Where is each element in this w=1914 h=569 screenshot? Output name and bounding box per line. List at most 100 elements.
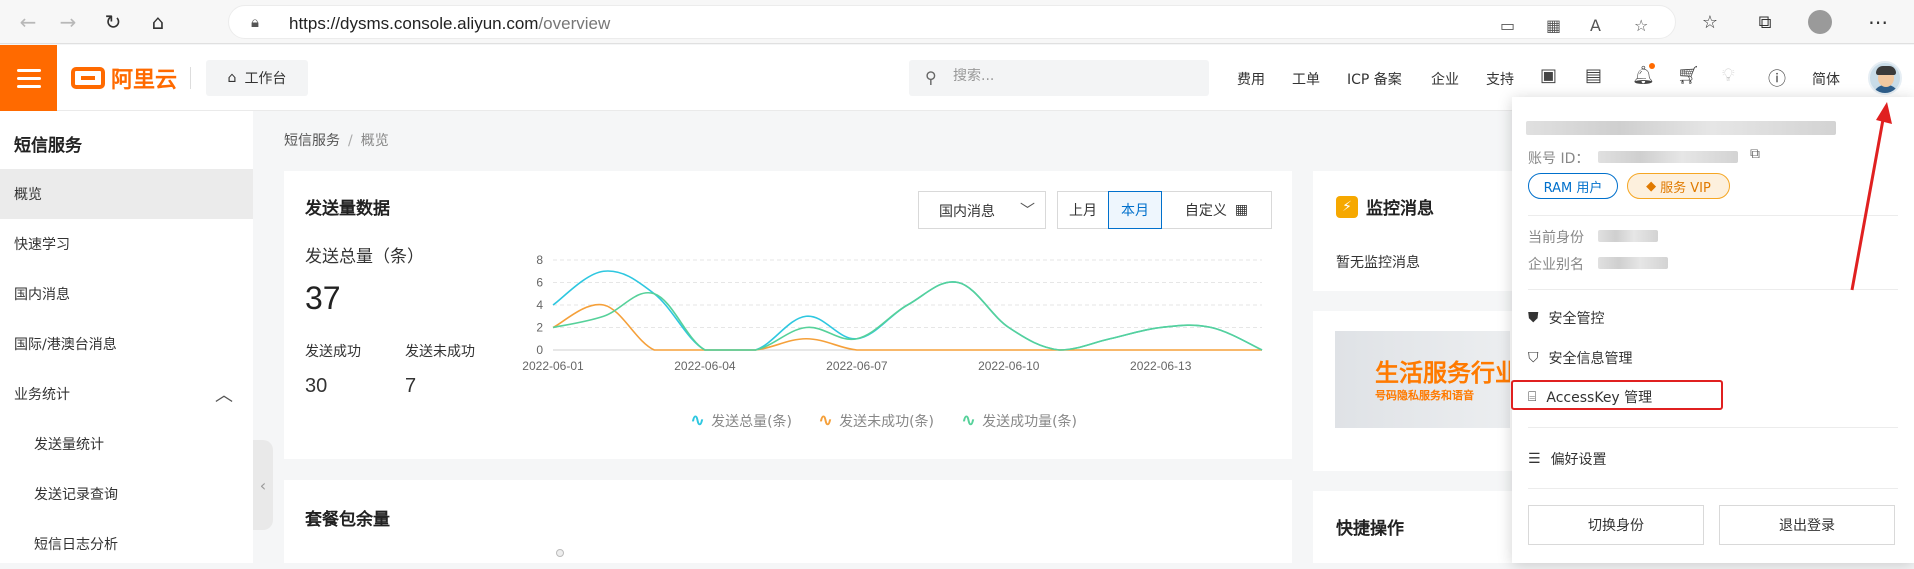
y-tick-label: 0 — [536, 343, 543, 357]
collections-icon[interactable]: ⧉ — [1751, 8, 1779, 36]
shield-icon: ⛊ — [1528, 310, 1539, 326]
nav-enterprise[interactable]: 企业 — [1431, 69, 1459, 89]
breadcrumb-current: 概览 — [360, 133, 389, 149]
apps-icon[interactable]: ▦ — [1546, 16, 1561, 35]
sidebar-collapse-handle[interactable]: ‹ — [253, 440, 273, 530]
package-card-title: 套餐包余量 — [305, 510, 390, 530]
y-tick-label: 2 — [536, 321, 543, 335]
diamond-icon: ◆ — [1646, 178, 1657, 194]
total-value: 37 — [305, 280, 341, 316]
add-favorite-icon[interactable]: ☆ — [1634, 16, 1648, 35]
sidebar-item-statistics[interactable]: 业务统计 ︿ — [0, 369, 253, 419]
shield-check-icon: ⛉ — [1528, 350, 1539, 366]
nav-ticket[interactable]: 工单 — [1292, 69, 1320, 89]
home-icon: ⌂ — [227, 70, 237, 86]
logout-button[interactable]: 退出登录 — [1719, 505, 1895, 545]
reload-icon[interactable]: ↻ — [99, 8, 127, 36]
nav-fee[interactable]: 费用 — [1237, 69, 1265, 89]
divider — [1528, 427, 1898, 428]
profile-icon[interactable] — [1806, 8, 1834, 36]
total-label: 发送总量（条） — [305, 247, 424, 267]
promo-banner[interactable]: 生活服务行业 号码隐私服务和语音 — [1335, 331, 1510, 428]
current-identity-label: 当前身份 — [1528, 230, 1584, 246]
y-tick-label: 6 — [536, 276, 543, 290]
x-tick-label: 2022-06-07 — [826, 359, 888, 373]
loading-indicator — [556, 549, 564, 557]
accesskey-highlight-box — [1511, 380, 1723, 410]
menu-item-preferences[interactable]: ☰ 偏好设置 — [1528, 449, 1607, 469]
redacted-alias — [1598, 257, 1668, 269]
series-swatch-icon: ∿ — [961, 410, 977, 431]
divider — [1528, 488, 1898, 489]
cart-icon[interactable]: 🛒︎ — [1677, 65, 1700, 86]
legend-item-success[interactable]: ∿ 发送成功量(条) — [961, 410, 1077, 431]
package-card — [284, 480, 1292, 563]
more-icon[interactable]: ⋯ — [1864, 8, 1892, 36]
sidebar-item-overview[interactable]: 概览 — [0, 169, 253, 219]
fail-value: 7 — [405, 375, 417, 397]
favorites-icon[interactable]: ☆ — [1696, 8, 1724, 36]
sidebar-title: 短信服务 — [14, 136, 82, 156]
arrow-shaft — [1850, 113, 1886, 291]
menu-icon[interactable] — [0, 45, 57, 111]
sidebar-item-international[interactable]: 国际/港澳台消息 — [0, 319, 253, 369]
workbench-button[interactable]: ⌂ 工作台 — [206, 60, 308, 96]
monitor-card-title: ⚡︎ 监控消息 — [1336, 194, 1434, 219]
language-switch[interactable]: 简体 — [1812, 69, 1840, 89]
notification-dot — [1649, 63, 1655, 69]
annotation-arrow — [1850, 102, 1892, 291]
success-value: 30 — [305, 375, 328, 397]
arrow-head — [1876, 102, 1892, 124]
tab-cast-icon[interactable]: ▭ — [1500, 16, 1515, 35]
menu-item-security-info[interactable]: ⛉ 安全信息管理 — [1528, 348, 1633, 368]
quick-actions-title: 快捷操作 — [1336, 519, 1404, 539]
company-alias-label: 企业别名 — [1528, 257, 1584, 273]
legend-item-total[interactable]: ∿ 发送总量(条) — [690, 410, 792, 431]
sidebar-item-send-records[interactable]: 发送记录查询 — [0, 469, 253, 519]
nav-support[interactable]: 支持 — [1486, 69, 1514, 89]
terminal-icon[interactable]: ▤ — [1585, 65, 1602, 86]
monitor-empty-text: 暂无监控消息 — [1336, 255, 1420, 271]
lightbulb-icon[interactable]: 💡︎ — [1722, 65, 1735, 86]
app-icon[interactable]: ▣ — [1540, 65, 1557, 86]
ram-user-tag: RAM 用户 — [1528, 173, 1618, 199]
sidebar-item-quickstart[interactable]: 快速学习 — [0, 219, 253, 269]
send-volume-line-chart: 0 2 4 6 8 2022-06-01 2022-06-04 2022-06-07 2022-… — [522, 253, 1263, 373]
x-tick-label: 2022-06-01 — [522, 359, 584, 373]
range-custom[interactable]: 自定义 ▦ — [1161, 191, 1272, 229]
redacted-identity — [1598, 230, 1658, 242]
y-tick-label: 4 — [536, 298, 543, 312]
sidebar-item-domestic[interactable]: 国内消息 — [0, 269, 253, 319]
legend-item-fail[interactable]: ∿ 发送未成功(条) — [818, 410, 934, 431]
chevron-up-icon: ︿ — [215, 385, 233, 406]
success-label: 发送成功 — [305, 344, 361, 360]
range-this-month[interactable]: 本月 — [1108, 191, 1162, 229]
help-icon[interactable]: ⓘ — [1768, 65, 1786, 91]
calendar-icon: ▦ — [1234, 202, 1249, 218]
message-type-select[interactable]: 国内消息 ﹀ — [918, 191, 1046, 229]
forward-icon[interactable]: → — [54, 8, 82, 36]
sidebar-item-log-analysis[interactable]: 短信日志分析 — [0, 519, 253, 569]
read-aloud-icon[interactable]: A — [1590, 16, 1601, 35]
divider — [190, 67, 191, 89]
fail-label: 发送未成功 — [405, 344, 475, 360]
range-last-month[interactable]: 上月 — [1057, 191, 1109, 229]
nav-icp[interactable]: ICP 备案 — [1347, 69, 1402, 89]
breadcrumb-root[interactable]: 短信服务 — [284, 133, 340, 149]
switch-identity-button[interactable]: 切换身份 — [1528, 505, 1704, 545]
series-swatch-icon: ∿ — [690, 410, 706, 431]
home-icon[interactable]: ⌂ — [144, 8, 172, 36]
search-input[interactable] — [953, 68, 1193, 84]
sidebar-item-send-stats[interactable]: 发送量统计 — [0, 419, 253, 469]
menu-item-security-control[interactable]: ⛊ 安全管控 — [1528, 308, 1605, 328]
back-icon[interactable]: ← — [14, 8, 42, 36]
y-tick-label: 8 — [536, 253, 543, 267]
lock-icon: 🔒︎ — [251, 13, 259, 31]
avatar[interactable] — [1868, 61, 1902, 95]
redacted-account-name — [1526, 121, 1836, 135]
aliyun-logo[interactable]: 阿里云 — [71, 63, 177, 93]
copy-icon[interactable]: ⧉ — [1750, 146, 1760, 162]
address-bar[interactable]: 🔒︎ https://dysms.console.aliyun.com/over… — [228, 5, 1676, 39]
breadcrumb: 短信服务 / 概览 — [284, 133, 389, 149]
search-box[interactable]: ⚲ — [909, 60, 1209, 96]
